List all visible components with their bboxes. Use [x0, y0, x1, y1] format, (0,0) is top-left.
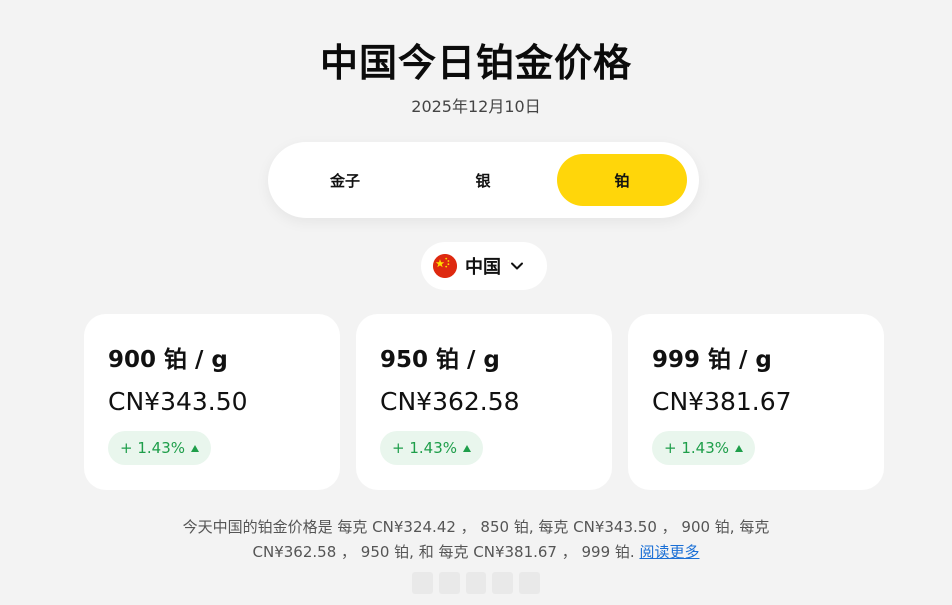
change-value: + 1.43%	[664, 439, 729, 457]
card-title: 950 铂 / g	[380, 347, 500, 373]
page-title: 中国今日铂金价格	[319, 41, 632, 85]
placeholder-bar	[438, 572, 460, 594]
change-value: + 1.43%	[120, 439, 185, 457]
price-card-999: 999 铂 / g CN¥381.67 + 1.43%	[628, 314, 884, 490]
tab-gold[interactable]: 金子	[280, 154, 410, 206]
chevron-down-icon	[509, 258, 525, 274]
price-summary: 今天中国的铂金价格是 每克 CN¥324.42 ， 850 铂, 每克 CN¥3…	[170, 515, 782, 565]
card-price: CN¥381.67	[652, 387, 792, 416]
china-flag-icon	[433, 254, 457, 278]
tab-silver[interactable]: 银	[418, 154, 548, 206]
up-arrow-icon	[463, 444, 471, 452]
country-name: 中国	[465, 257, 501, 278]
change-value: + 1.43%	[392, 439, 457, 457]
change-badge: + 1.43%	[108, 431, 211, 465]
change-badge: + 1.43%	[652, 431, 755, 465]
tab-platinum[interactable]: 铂	[557, 154, 687, 206]
read-more-link[interactable]: 阅读更多	[639, 543, 699, 561]
metal-tabs: 金子 银 铂	[268, 142, 699, 218]
placeholder-bar	[465, 572, 487, 594]
price-card-900: 900 铂 / g CN¥343.50 + 1.43%	[84, 314, 340, 490]
card-title: 900 铂 / g	[108, 347, 228, 373]
loading-placeholder	[412, 572, 540, 594]
up-arrow-icon	[735, 444, 743, 452]
placeholder-bar	[519, 572, 540, 594]
page-date: 2025年12月10日	[411, 97, 541, 116]
card-price: CN¥362.58	[380, 387, 520, 416]
placeholder-bar	[412, 572, 433, 594]
change-badge: + 1.43%	[380, 431, 483, 465]
placeholder-bar	[492, 572, 514, 594]
card-price: CN¥343.50	[108, 387, 248, 416]
country-selector[interactable]: 中国	[421, 242, 547, 290]
card-title: 999 铂 / g	[652, 347, 772, 373]
price-card-950: 950 铂 / g CN¥362.58 + 1.43%	[356, 314, 612, 490]
up-arrow-icon	[191, 444, 199, 452]
